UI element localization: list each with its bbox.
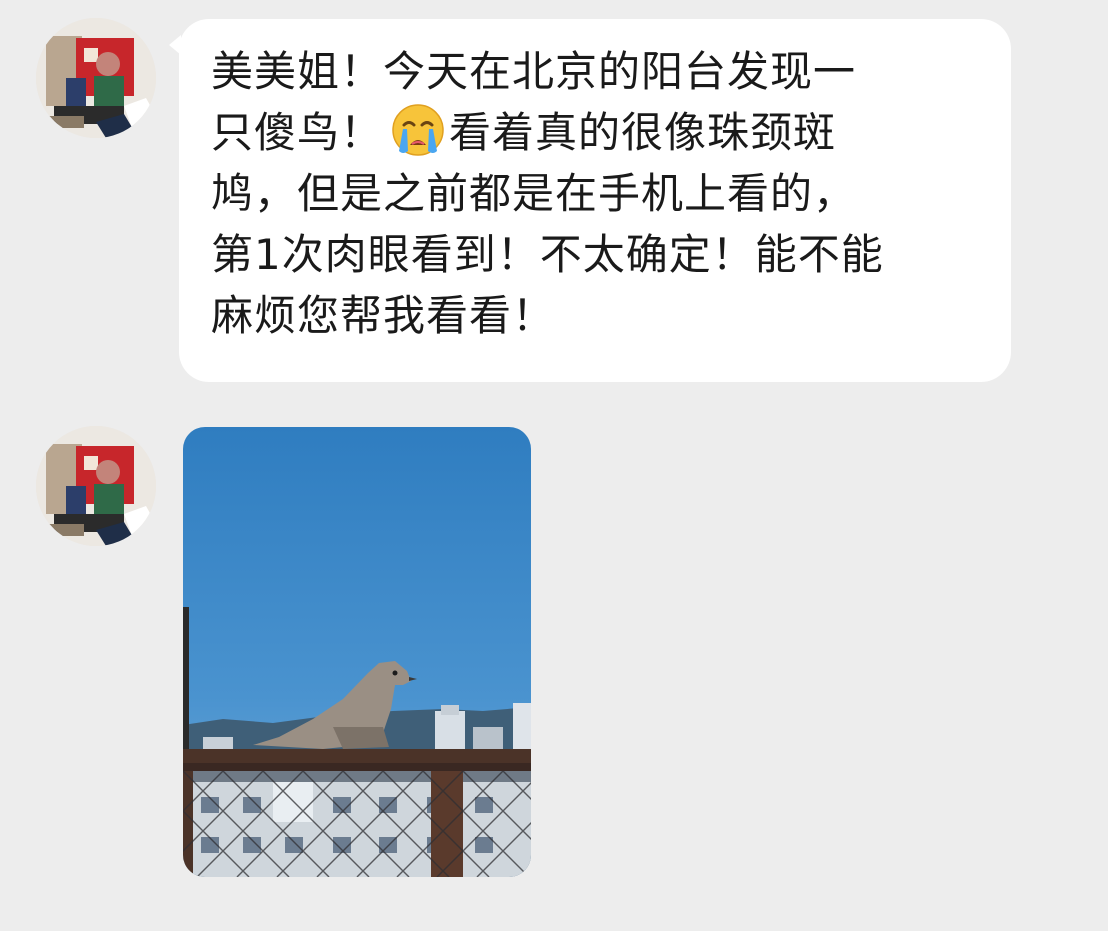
dove-photo[interactable] [183,427,531,877]
message-bubble[interactable]: 美美姐！今天在北京的阳台发现一 只傻鸟！ 看着真的很像珠颈斑 鸠，但是之前都是在… [169,19,1011,382]
message-text: 只傻鸟！ [211,108,384,157]
message-line: 美美姐！今天在北京的阳台发现一 [211,47,857,96]
message-text: 看着真的很像珠颈斑 [449,108,837,157]
sender-avatar[interactable] [36,426,156,546]
avatar-image [36,426,156,546]
message-line: 麻烦您帮我看看！ [211,291,556,340]
message-line: 鸠，但是之前都是在手机上看的， [211,169,857,218]
avatar-image [36,18,156,138]
sender-avatar[interactable] [36,18,156,138]
message-line: 只傻鸟！ 看着真的很像珠颈斑 [211,102,987,163]
crying-face-icon [391,103,445,157]
message-line: 第1次肉眼看到！不太确定！能不能 [211,230,884,279]
